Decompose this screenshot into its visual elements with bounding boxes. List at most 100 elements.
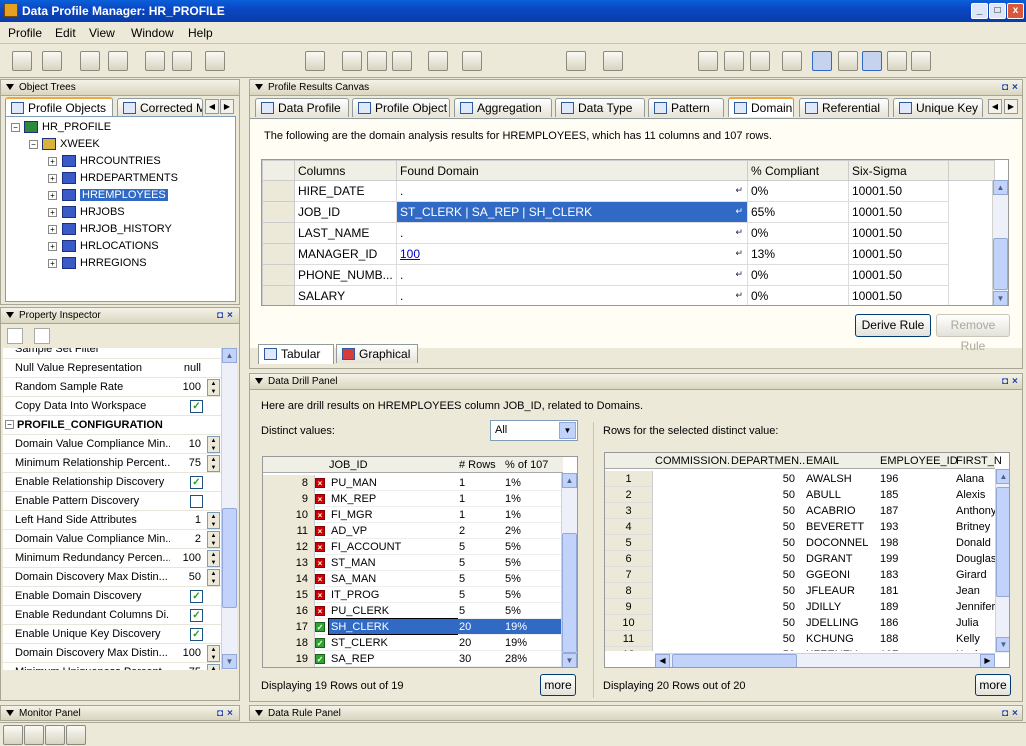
spinner-icon[interactable]: ▲▼ <box>207 379 220 396</box>
column-header[interactable]: Six-Sigma <box>848 160 949 181</box>
scroll-thumb[interactable] <box>672 654 797 667</box>
return-icon[interactable]: ↵ <box>735 248 743 259</box>
distinct-row[interactable]: 15 × IT_PROG 5 5% <box>263 587 561 603</box>
report-icon[interactable] <box>428 51 448 71</box>
menu-edit[interactable]: Edit <box>55 26 76 40</box>
property-row[interactable]: Minimum Redundancy Percen... 100 ▲ ▼ <box>3 549 223 568</box>
row-selector[interactable] <box>262 180 295 202</box>
table-row[interactable]: 4 50 BEVERETT 193 Britney <box>605 519 995 535</box>
table-row[interactable]: 11 50 KCHUNG 188 Kelly <box>605 631 995 647</box>
property-checkbox[interactable]: ✓ <box>190 628 203 641</box>
property-row[interactable]: Minimum Uniqueness Percent...75▲▼ <box>3 663 223 670</box>
delete-icon[interactable] <box>392 51 412 71</box>
domain-row[interactable]: SALARY. ↵ 0% 10001.50 <box>262 285 995 305</box>
pencil-icon[interactable] <box>45 725 65 745</box>
return-icon[interactable]: ↵ <box>735 269 743 280</box>
scroll-right-icon[interactable]: ▶ <box>980 654 995 667</box>
property-row[interactable]: Enable Unique Key Discovery ✓ <box>3 625 223 644</box>
col-department[interactable]: DEPARTMEN... <box>731 455 805 467</box>
tab-aggregation[interactable]: Aggregation <box>454 98 552 117</box>
tree-item[interactable]: HRCOUNTRIES <box>62 153 161 169</box>
distinct-filter-dropdown[interactable]: All ▼ <box>490 420 578 441</box>
collapse-icon[interactable]: − <box>5 420 14 429</box>
found-domain-cell[interactable]: . ↵ <box>396 285 748 305</box>
disconnect-icon[interactable] <box>367 51 387 71</box>
property-row[interactable]: PROFILE_CONFIGURATION − <box>3 416 223 435</box>
remove-rule-button[interactable]: Remove Rule <box>936 314 1010 353</box>
property-row[interactable]: Copy Data Into Workspace ✓ <box>3 397 223 416</box>
menu-window[interactable]: Window <box>131 26 174 40</box>
distinct-row[interactable]: 9 × MK_REP 1 1% <box>263 491 561 507</box>
property-row[interactable]: Enable Pattern Discovery <box>3 492 223 511</box>
derive-rule-button[interactable]: Derive Rule <box>855 314 931 337</box>
collapse-icon[interactable] <box>255 84 263 90</box>
view-icon[interactable] <box>782 51 802 71</box>
table-row[interactable]: 8 50 JFLEAUR 181 Jean <box>605 583 995 599</box>
collapse-icon[interactable] <box>255 710 263 716</box>
tab-profile-objects[interactable]: Profile Objects <box>5 97 113 117</box>
distinct-scrollbar[interactable]: ▲ ▼ <box>561 473 577 667</box>
grid-icon[interactable] <box>862 51 882 71</box>
property-row[interactable]: Null Value Representation null <box>3 359 223 378</box>
found-domain-cell[interactable]: . ↵ <box>396 180 748 202</box>
distinct-more-button[interactable]: more <box>540 674 576 696</box>
scroll-up-icon[interactable]: ▲ <box>562 473 577 488</box>
row-selector[interactable] <box>262 201 295 223</box>
tree-module[interactable]: XWEEK <box>42 136 100 152</box>
property-checkbox[interactable]: ✓ <box>190 590 203 603</box>
property-scrollbar[interactable]: ▲ ▼ <box>221 348 237 670</box>
table-row[interactable]: 1 50 AWALSH 196 Alana <box>605 471 995 487</box>
tab-domain[interactable]: Domain <box>728 97 794 117</box>
expand-icon[interactable]: + <box>48 174 57 183</box>
distinct-row[interactable]: 17 ✓ SH_CLERK 20 19% <box>263 618 561 635</box>
tab-tabular[interactable]: Tabular <box>258 344 334 364</box>
close-icon[interactable]: × <box>1012 708 1018 719</box>
expand-icon[interactable]: + <box>48 259 57 268</box>
property-value[interactable] <box>171 348 223 358</box>
minimize-button[interactable]: _ <box>971 3 988 19</box>
return-icon[interactable]: ↵ <box>735 185 743 196</box>
tab-pattern[interactable]: Pattern <box>648 98 724 117</box>
row-selector[interactable] <box>262 243 295 265</box>
property-checkbox[interactable]: ✓ <box>190 476 203 489</box>
domain-row[interactable]: PHONE_NUMB.... ↵ 0% 10001.50 <box>262 264 995 286</box>
preview-icon[interactable] <box>108 51 128 71</box>
tab-data-type[interactable]: Data Type <box>555 98 645 117</box>
col-job-id[interactable]: JOB_ID <box>329 459 368 471</box>
spinner-icon[interactable]: ▲▼ <box>207 550 220 567</box>
scroll-down-icon[interactable]: ▼ <box>993 291 1008 305</box>
scroll-thumb[interactable] <box>562 533 577 653</box>
scroll-left-icon[interactable]: ◀ <box>655 654 670 667</box>
property-checkbox[interactable]: ✓ <box>190 400 203 413</box>
tab-graphical[interactable]: Graphical <box>336 344 418 363</box>
expand-icon[interactable]: + <box>48 191 57 200</box>
property-row[interactable]: Left Hand Side Attributes 1 ▲ ▼ <box>3 511 223 530</box>
color-icon[interactable] <box>887 51 907 71</box>
return-icon[interactable]: ↵ <box>735 206 743 217</box>
tree-item[interactable]: HRJOBS <box>62 204 125 220</box>
spinner-icon[interactable]: ▲▼ <box>207 436 220 453</box>
close-icon[interactable]: × <box>1012 376 1018 387</box>
return-icon[interactable]: ↵ <box>735 227 743 238</box>
domain-scrollbar[interactable]: ▲ ▼ <box>992 180 1008 305</box>
table-row[interactable]: 7 50 GGEONI 183 Girard <box>605 567 995 583</box>
distinct-row[interactable]: 10 × FI_MGR 1 1% <box>263 507 561 523</box>
restore-icon[interactable]: ◘ <box>217 708 223 719</box>
return-icon[interactable]: ↵ <box>735 290 743 301</box>
rows-scrollbar-v[interactable]: ▲ ▼ <box>995 469 1009 653</box>
domain-row[interactable]: MANAGER_ID 100 ↵ 13% 10001.50 <box>262 243 995 265</box>
col-pct[interactable]: % of 107 <box>505 459 548 471</box>
scroll-thumb[interactable] <box>222 508 237 608</box>
distinct-row[interactable]: 13 × ST_MAN 5 5% <box>263 555 561 571</box>
collapse-icon[interactable] <box>6 710 14 716</box>
binary-icon[interactable] <box>3 725 23 745</box>
table-row[interactable]: 5 50 DOCONNEL 198 Donald <box>605 535 995 551</box>
property-row[interactable]: Enable Redundant Columns Di... ✓ <box>3 606 223 625</box>
help-icon[interactable] <box>566 51 586 71</box>
domain-row[interactable]: JOB_ID ST_CLERK | SA_REP | SH_CLERK ↵ 65% 10… <box>262 201 995 223</box>
flashlight-icon[interactable] <box>603 51 623 71</box>
property-row[interactable]: Random Sample Rate 100 ▲ ▼ <box>3 378 223 397</box>
scroll-thumb[interactable] <box>993 238 1008 290</box>
row-selector[interactable] <box>262 264 295 286</box>
spinner-icon[interactable]: ▲▼ <box>207 455 220 472</box>
